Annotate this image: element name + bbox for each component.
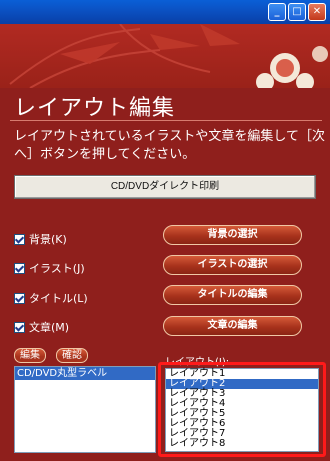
- maximize-button[interactable]: □: [288, 3, 306, 21]
- page-title: レイアウト編集: [14, 96, 176, 121]
- checkbox-checked-icon[interactable]: [14, 292, 25, 304]
- media-listbox[interactable]: CD/DVD丸型ラベル: [14, 366, 156, 453]
- title-divider: [10, 120, 322, 121]
- checkbox-label: 文章(M): [29, 321, 70, 334]
- direct-print-button[interactable]: CD/DVDダイレクト印刷: [14, 175, 316, 199]
- minimize-button[interactable]: _: [268, 3, 286, 21]
- bamboo-pattern-image: [9, 24, 328, 88]
- checkbox-checked-icon[interactable]: [14, 262, 25, 274]
- close-button[interactable]: ✕: [308, 3, 326, 21]
- tab-confirm[interactable]: 確認: [56, 348, 88, 363]
- header-banner: [0, 24, 330, 88]
- select-illustration-button[interactable]: イラストの選択: [163, 255, 302, 275]
- checkbox-label: 背景(K): [29, 233, 67, 246]
- checkbox-label: タイトル(L): [29, 292, 88, 305]
- checkbox-title[interactable]: タイトル(L): [14, 290, 88, 306]
- checkbox-label: イラスト(J): [29, 262, 85, 275]
- select-background-button[interactable]: 背景の選択: [163, 225, 302, 245]
- checkbox-checked-icon[interactable]: [14, 321, 25, 333]
- list-item[interactable]: CD/DVD丸型ラベル: [15, 367, 155, 380]
- tab-edit[interactable]: 編集: [14, 348, 46, 363]
- edit-text-button[interactable]: 文章の編集: [163, 316, 302, 336]
- checkbox-checked-icon[interactable]: [14, 233, 25, 245]
- layout-listbox[interactable]: レイアウト1 レイアウト2 レイアウト3 レイアウト4 レイアウト5 レイアウト…: [165, 368, 319, 452]
- checkbox-illustration[interactable]: イラスト(J): [14, 260, 85, 276]
- edit-title-button[interactable]: タイトルの編集: [163, 285, 302, 305]
- checkbox-background[interactable]: 背景(K): [14, 231, 67, 247]
- checkbox-text[interactable]: 文章(M): [14, 319, 69, 335]
- page-description: レイアウトされているイラストや文章を編集して［次へ］ボタンを押してください。: [14, 129, 325, 162]
- list-item[interactable]: レイアウト8: [166, 439, 318, 449]
- window-titlebar: _ □ ✕: [0, 0, 330, 24]
